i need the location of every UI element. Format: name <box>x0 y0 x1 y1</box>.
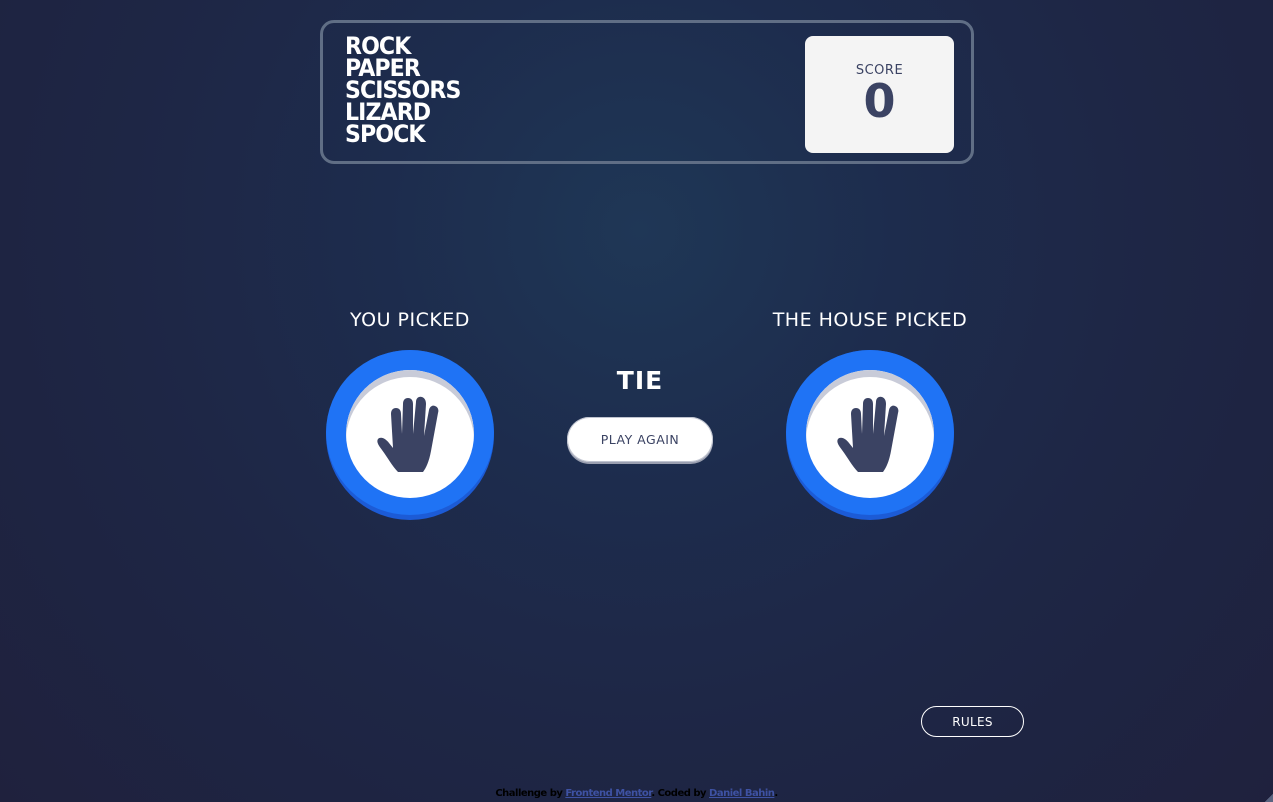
score-box: SCORE 0 <box>805 36 954 153</box>
you-picked-token <box>326 350 494 520</box>
token-face <box>806 370 934 498</box>
score-value: 0 <box>863 74 896 128</box>
author-link[interactable]: Daniel Bahin <box>709 788 775 799</box>
play-again-button[interactable]: PLAY AGAIN <box>567 417 713 462</box>
result-text: TIE <box>616 366 664 395</box>
house-picked-label: THE HOUSE PICKED <box>772 309 968 331</box>
game-logo: ROCK PAPER SCISSORS LIZARD SPOCK <box>345 34 461 148</box>
attribution-middle: . Coded by <box>651 788 710 799</box>
rules-button[interactable]: RULES <box>921 706 1024 737</box>
logo-line: SPOCK <box>345 120 425 148</box>
resize-grip <box>1265 794 1273 802</box>
paper-icon <box>377 396 439 472</box>
paper-icon <box>837 396 899 472</box>
header: ROCK PAPER SCISSORS LIZARD SPOCK SCORE 0 <box>320 20 974 164</box>
attribution-suffix: . <box>774 788 778 799</box>
attribution-prefix: Challenge by <box>495 788 566 799</box>
frontend-mentor-link[interactable]: Frontend Mentor <box>565 788 651 799</box>
token-face <box>346 370 474 498</box>
house-picked-token <box>786 350 954 520</box>
attribution: Challenge by Frontend Mentor. Coded by D… <box>0 788 1273 799</box>
you-picked-label: YOU PICKED <box>350 309 470 331</box>
